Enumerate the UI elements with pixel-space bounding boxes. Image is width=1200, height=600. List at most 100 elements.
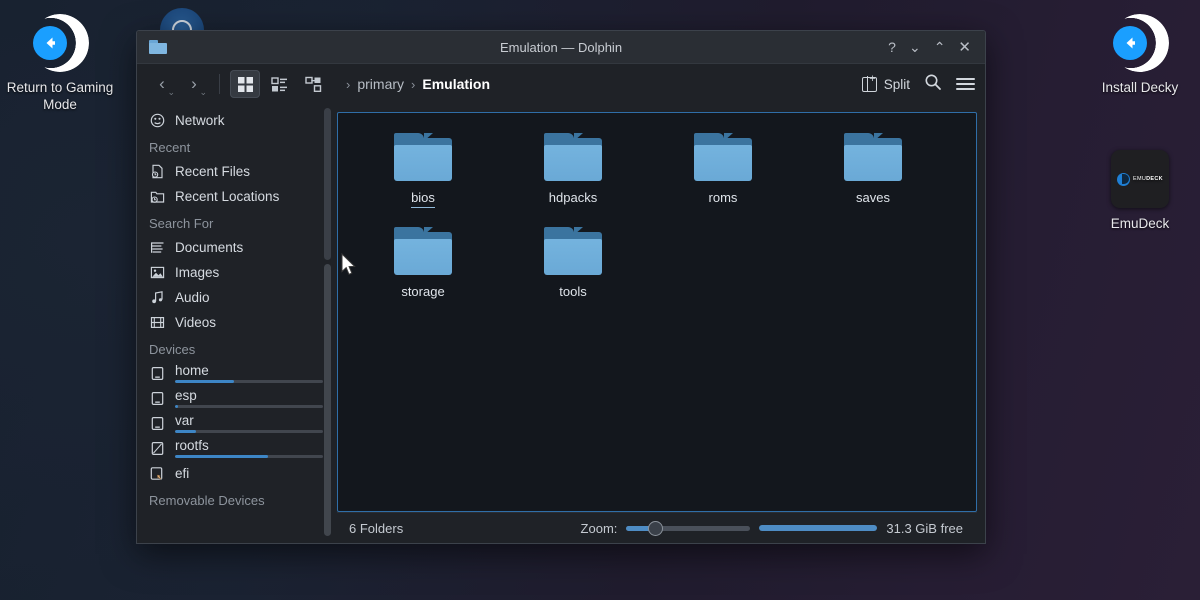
view-mode-details-button[interactable] <box>264 70 294 98</box>
window-controls: ? ⌄ ⌃ ✕ <box>888 40 977 55</box>
breadcrumb-separator: › <box>411 77 415 92</box>
maximize-icon[interactable]: ⌃ <box>934 40 946 54</box>
desktop-icon-emudeck[interactable]: EMUDECK EmuDeck <box>1080 148 1200 232</box>
videos-icon <box>149 315 166 330</box>
folder-icon <box>544 133 602 181</box>
menu-button[interactable] <box>956 78 975 90</box>
sidebar-item-label: home <box>175 364 323 378</box>
images-icon <box>149 265 166 280</box>
emudeck-logo-text-2: DECK <box>1146 176 1163 182</box>
help-icon[interactable]: ? <box>888 40 896 54</box>
network-icon <box>149 113 166 128</box>
status-bar: 6 Folders Zoom: 31.3 GiB free <box>337 512 977 543</box>
audio-icon <box>149 290 166 305</box>
drive-mount-icon <box>149 466 166 481</box>
folder-count-label: 6 Folders <box>349 521 403 536</box>
window-toolbar: ‹ › <box>137 64 985 104</box>
sidebar-scrollbar-track[interactable] <box>324 108 331 260</box>
split-button[interactable]: Split <box>862 77 910 92</box>
sidebar-item-efi[interactable]: efi <box>137 461 333 486</box>
mouse-cursor <box>341 253 357 277</box>
sidebar-item-label: efi <box>175 467 323 481</box>
desktop-icon-label: EmuDeck <box>1080 215 1200 232</box>
hamburger-icon <box>956 78 975 80</box>
file-name: tools <box>559 284 586 301</box>
desktop-icon-label: Return to Gaming Mode <box>0 79 120 113</box>
breadcrumb-item-emulation[interactable]: Emulation <box>422 76 490 92</box>
window-title: Emulation — Dolphin <box>137 40 985 55</box>
details-view-icon <box>271 76 288 93</box>
dolphin-window: Emulation — Dolphin ? ⌄ ⌃ ✕ ‹ › <box>136 30 986 544</box>
list-item[interactable]: storage <box>348 221 498 315</box>
sidebar-section-removable-devices: Removable Devices <box>137 486 333 512</box>
desktop-icon-label: Install Decky <box>1080 79 1200 96</box>
sidebar-scrollbar-thumb[interactable] <box>324 264 331 536</box>
split-icon <box>862 77 877 92</box>
folder-icon <box>544 227 602 275</box>
folder-icon <box>844 133 902 181</box>
breadcrumb-separator: › <box>346 77 350 92</box>
sidebar-item-rootfs[interactable]: rootfs <box>137 436 333 461</box>
sidebar-item-audio[interactable]: Audio <box>137 285 333 310</box>
sidebar-item-label: Documents <box>175 240 243 255</box>
sidebar-item-label: rootfs <box>175 439 323 453</box>
folder-icon <box>694 133 752 181</box>
sidebar-item-recent-files[interactable]: Recent Files <box>137 159 333 184</box>
column-view-icon <box>305 76 322 93</box>
breadcrumb-item-primary[interactable]: primary <box>357 76 404 92</box>
icon-view-icon <box>237 76 254 93</box>
places-sidebar: Network Recent Recent Files <box>137 104 333 543</box>
documents-icon <box>149 240 166 255</box>
zoom-control: Zoom: 31.3 GiB free <box>581 521 963 536</box>
sidebar-item-label: Videos <box>175 315 216 330</box>
drive-readonly-icon <box>149 441 166 456</box>
file-name: hdpacks <box>549 190 597 207</box>
list-item[interactable]: bios <box>348 127 498 221</box>
file-list-view[interactable]: bios hdpacks roms <box>337 112 977 512</box>
drive-icon <box>149 416 166 431</box>
file-name: bios <box>411 190 435 208</box>
list-item[interactable]: tools <box>498 221 648 315</box>
zoom-slider-handle[interactable] <box>648 521 663 536</box>
back-button[interactable]: ‹ <box>147 70 177 98</box>
sidebar-section-devices: Devices <box>137 335 333 361</box>
list-item[interactable]: saves <box>798 127 948 221</box>
desktop-icon-return-to-gaming-mode[interactable]: Return to Gaming Mode <box>0 12 120 113</box>
free-space-bar <box>759 525 877 531</box>
sidebar-item-home[interactable]: home <box>137 361 333 386</box>
sidebar-item-documents[interactable]: Documents <box>137 235 333 260</box>
list-item[interactable]: roms <box>648 127 798 221</box>
sidebar-item-label: Images <box>175 265 219 280</box>
close-icon[interactable]: ✕ <box>958 40 971 55</box>
capacity-bar <box>175 380 323 383</box>
minimize-icon[interactable]: ⌄ <box>909 40 921 54</box>
sidebar-item-var[interactable]: var <box>137 411 333 436</box>
free-space-label: 31.3 GiB free <box>886 521 963 536</box>
sidebar-item-recent-locations[interactable]: Recent Locations <box>137 184 333 209</box>
sidebar-item-label: var <box>175 414 323 428</box>
folder-icon <box>394 133 452 181</box>
sidebar-section-search-for: Search For <box>137 209 333 235</box>
back-icon: ‹ <box>159 74 165 94</box>
emudeck-logo-text-1: EMU <box>1133 176 1146 182</box>
sidebar-item-network[interactable]: Network <box>137 108 333 133</box>
sidebar-item-videos[interactable]: Videos <box>137 310 333 335</box>
view-mode-icons-button[interactable] <box>230 70 260 98</box>
desktop-icon-install-decky[interactable]: Install Decky <box>1080 12 1200 96</box>
sidebar-item-label: esp <box>175 389 323 403</box>
sidebar-item-label: Recent Files <box>175 164 250 179</box>
folder-icon <box>394 227 452 275</box>
search-button[interactable] <box>924 73 942 96</box>
list-item[interactable]: hdpacks <box>498 127 648 221</box>
sidebar-item-images[interactable]: Images <box>137 260 333 285</box>
file-name: storage <box>401 284 444 301</box>
drive-icon <box>149 366 166 381</box>
forward-button[interactable]: › <box>179 70 209 98</box>
emudeck-icon: EMUDECK <box>1080 148 1200 210</box>
recent-file-icon <box>149 164 166 179</box>
zoom-slider[interactable] <box>626 526 750 531</box>
folder-icon <box>149 40 167 54</box>
view-mode-columns-button[interactable] <box>298 70 328 98</box>
window-titlebar[interactable]: Emulation — Dolphin ? ⌄ ⌃ ✕ <box>137 31 985 64</box>
sidebar-item-esp[interactable]: esp <box>137 386 333 411</box>
